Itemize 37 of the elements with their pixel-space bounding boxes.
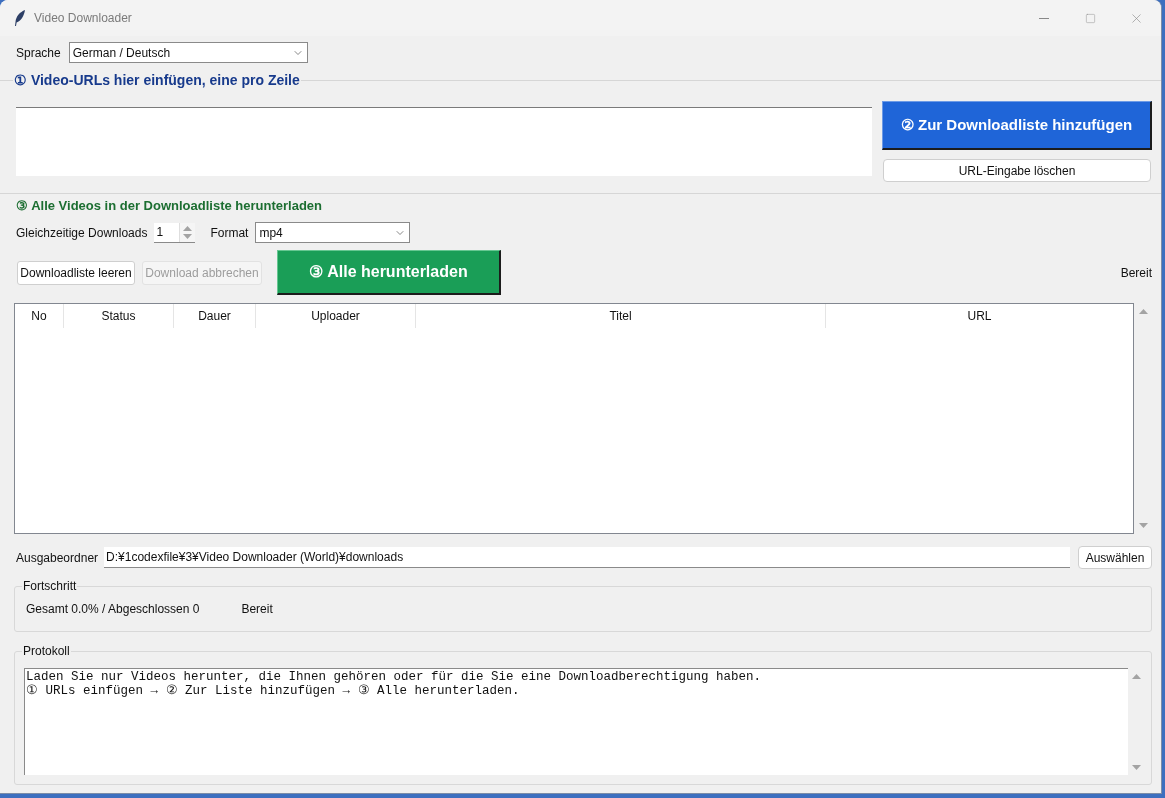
concurrent-downloads-label: Gleichzeitige Downloads [16,224,148,242]
log-text-area[interactable]: Laden Sie nur Videos herunter, die Ihnen gehören oder für die Sie eine Downloadberechtigung haben. ① URLs einfügen → ② Zur Liste hinzufügen → ③ Alle herunterladen. [24,668,1128,775]
concurrent-downloads-spinbox[interactable]: 1 [154,222,196,243]
column-header[interactable]: Titel [416,304,826,328]
url-input-field[interactable] [16,107,872,176]
minimize-icon [1039,17,1049,19]
log-line: ① URLs einfügen → ② Zur Liste hinzufügen → ③ Alle herunterladen. [26,684,520,698]
spin-down-icon[interactable] [183,233,193,239]
maximize-icon [1084,12,1096,24]
browse-button[interactable]: Auswählen [1078,546,1152,569]
format-dropdown[interactable]: mp4 [255,222,411,243]
spin-up-icon[interactable] [183,225,193,231]
clear-list-button[interactable]: Downloadliste leeren [17,260,135,285]
column-header[interactable]: URL [826,304,1134,328]
format-label: Format [210,224,249,242]
status-text: Bereit [1120,264,1152,282]
progress-summary: Gesamt 0.0% / Abgeschlossen 0 [26,601,200,618]
scroll-down-icon[interactable] [1138,523,1148,528]
language-label: Sprache [16,44,61,62]
column-header[interactable]: Dauer [174,304,256,328]
progress-status: Bereit [241,601,273,618]
language-dropdown[interactable]: German / Deutsch [68,42,308,63]
section-heading: ① Video-URLs hier einfügen, eine pro Zeile [13,72,301,88]
section-heading: ③ Alle Videos in der Downloadliste herunterladen [16,198,322,214]
scroll-up-icon[interactable] [1132,674,1141,679]
feather-icon [14,10,26,26]
output-folder-label: Ausgabeordner [16,549,99,567]
add-to-list-button[interactable]: ② Zur Downloadliste hinzufügen [882,101,1152,150]
scroll-down-icon[interactable] [1132,765,1141,770]
column-header[interactable]: Status [64,304,174,328]
column-header[interactable]: No [15,304,64,328]
scroll-up-icon[interactable] [1138,309,1148,314]
output-folder-field[interactable]: D:¥1codexfile¥3¥Video Downloader (World)¥downloads [104,547,1071,568]
column-header[interactable]: Uploader [256,304,416,328]
clear-url-button[interactable]: URL-Eingabe löschen [883,159,1151,182]
window-title: Video Downloader [34,10,132,27]
log-line: Laden Sie nur Videos herunter, die Ihnen gehören oder für die Sie eine Downloadberechtigung haben. [26,670,762,684]
